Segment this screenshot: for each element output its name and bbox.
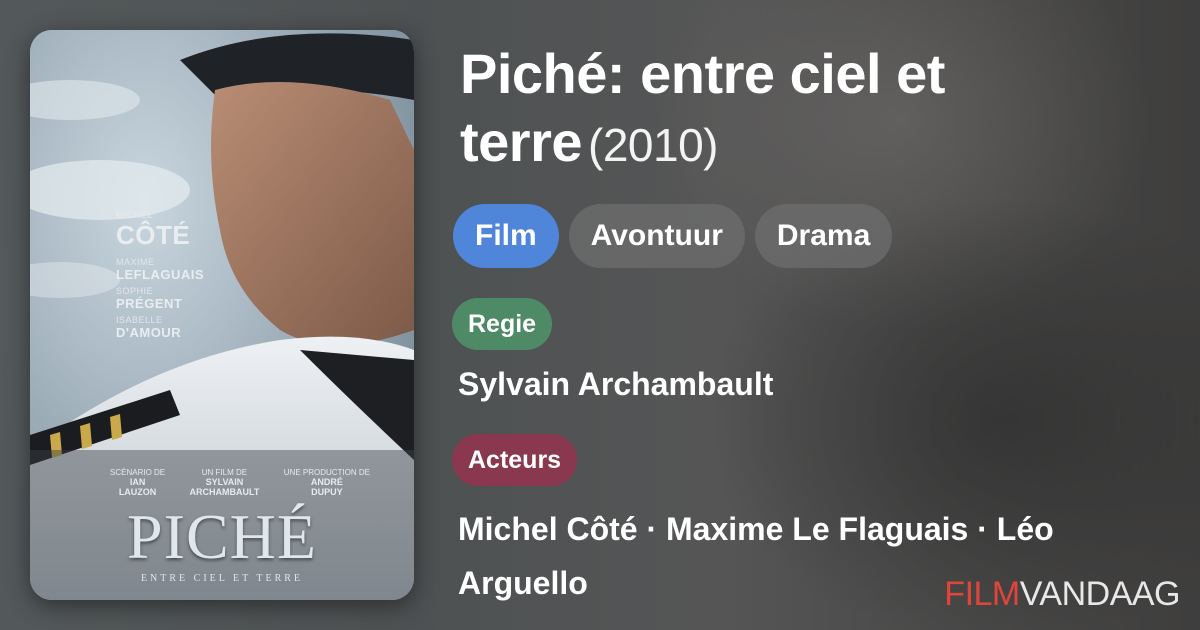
poster-cast-fourth-family: D'AMOUR bbox=[116, 325, 182, 340]
movie-title-block: Piché: entre ciel et terre (2010) bbox=[460, 40, 1160, 179]
poster-credit-role: UNE PRODUCTION DE bbox=[283, 468, 370, 477]
genre-tag-avontuur[interactable]: Avontuur bbox=[568, 204, 745, 268]
director-name: Sylvain Archambault bbox=[458, 366, 774, 402]
poster-crew-credits: SCÉNARIO DE IAN LAUZON UN FILM DE SYLVAI… bbox=[110, 468, 370, 497]
poster-lead-cast: MICHEL CÔTÉ MAXIME LEFLAGUAIS SOPHIE PRÉ… bbox=[116, 210, 204, 340]
poster-cast-first-family: CÔTÉ bbox=[116, 220, 191, 250]
poster-credit-director: UN FILM DE SYLVAIN ARCHAMBAULT bbox=[190, 468, 260, 497]
poster-credit-writer: SCÉNARIO DE IAN LAUZON bbox=[110, 468, 165, 497]
movie-poster: MICHEL CÔTÉ MAXIME LEFLAGUAIS SOPHIE PRÉ… bbox=[30, 30, 414, 600]
poster-cast-third-given: SOPHIE bbox=[116, 286, 154, 296]
director-label: Regie bbox=[452, 298, 553, 350]
filmvandaag-logo: FILMVANDAAG bbox=[944, 575, 1180, 614]
logo-part-vandaag: VANDAAG bbox=[1019, 575, 1181, 613]
poster-cast-first-given: MICHEL bbox=[116, 210, 154, 220]
poster-credit-role: SCÉNARIO DE bbox=[110, 468, 166, 477]
genre-tag-drama[interactable]: Drama bbox=[754, 204, 893, 268]
movie-year: (2010) bbox=[588, 119, 718, 171]
poster-credit-last: LAUZON bbox=[118, 487, 157, 497]
poster-credit-producer: UNE PRODUCTION DE ANDRÉ DUPUY bbox=[284, 468, 370, 497]
genre-tag-film[interactable]: Film bbox=[453, 204, 559, 268]
poster-cast-second-family: LEFLAGUAIS bbox=[116, 267, 205, 282]
poster-credit-first: IAN bbox=[129, 477, 146, 487]
genre-tags: Film Avontuur Drama bbox=[453, 204, 893, 268]
actors-label: Acteurs bbox=[452, 434, 578, 486]
logo-part-film: FILM bbox=[944, 575, 1020, 613]
poster-credit-last: ARCHAMBAULT bbox=[189, 487, 260, 497]
poster-credit-role: UN FILM DE bbox=[201, 468, 248, 477]
poster-cast-fourth-given: ISABELLE bbox=[116, 315, 163, 325]
poster-credit-first: ANDRÉ bbox=[310, 477, 343, 487]
poster-credit-last: DUPUY bbox=[311, 487, 343, 497]
poster-title: PICHÉ bbox=[127, 501, 317, 572]
poster-subtitle: ENTRE CIEL ET TERRE bbox=[140, 573, 304, 584]
poster-cast-second-given: MAXIME bbox=[116, 257, 155, 267]
poster-credit-first: SYLVAIN bbox=[205, 477, 244, 487]
poster-cast-third-family: PRÉGENT bbox=[116, 296, 183, 311]
